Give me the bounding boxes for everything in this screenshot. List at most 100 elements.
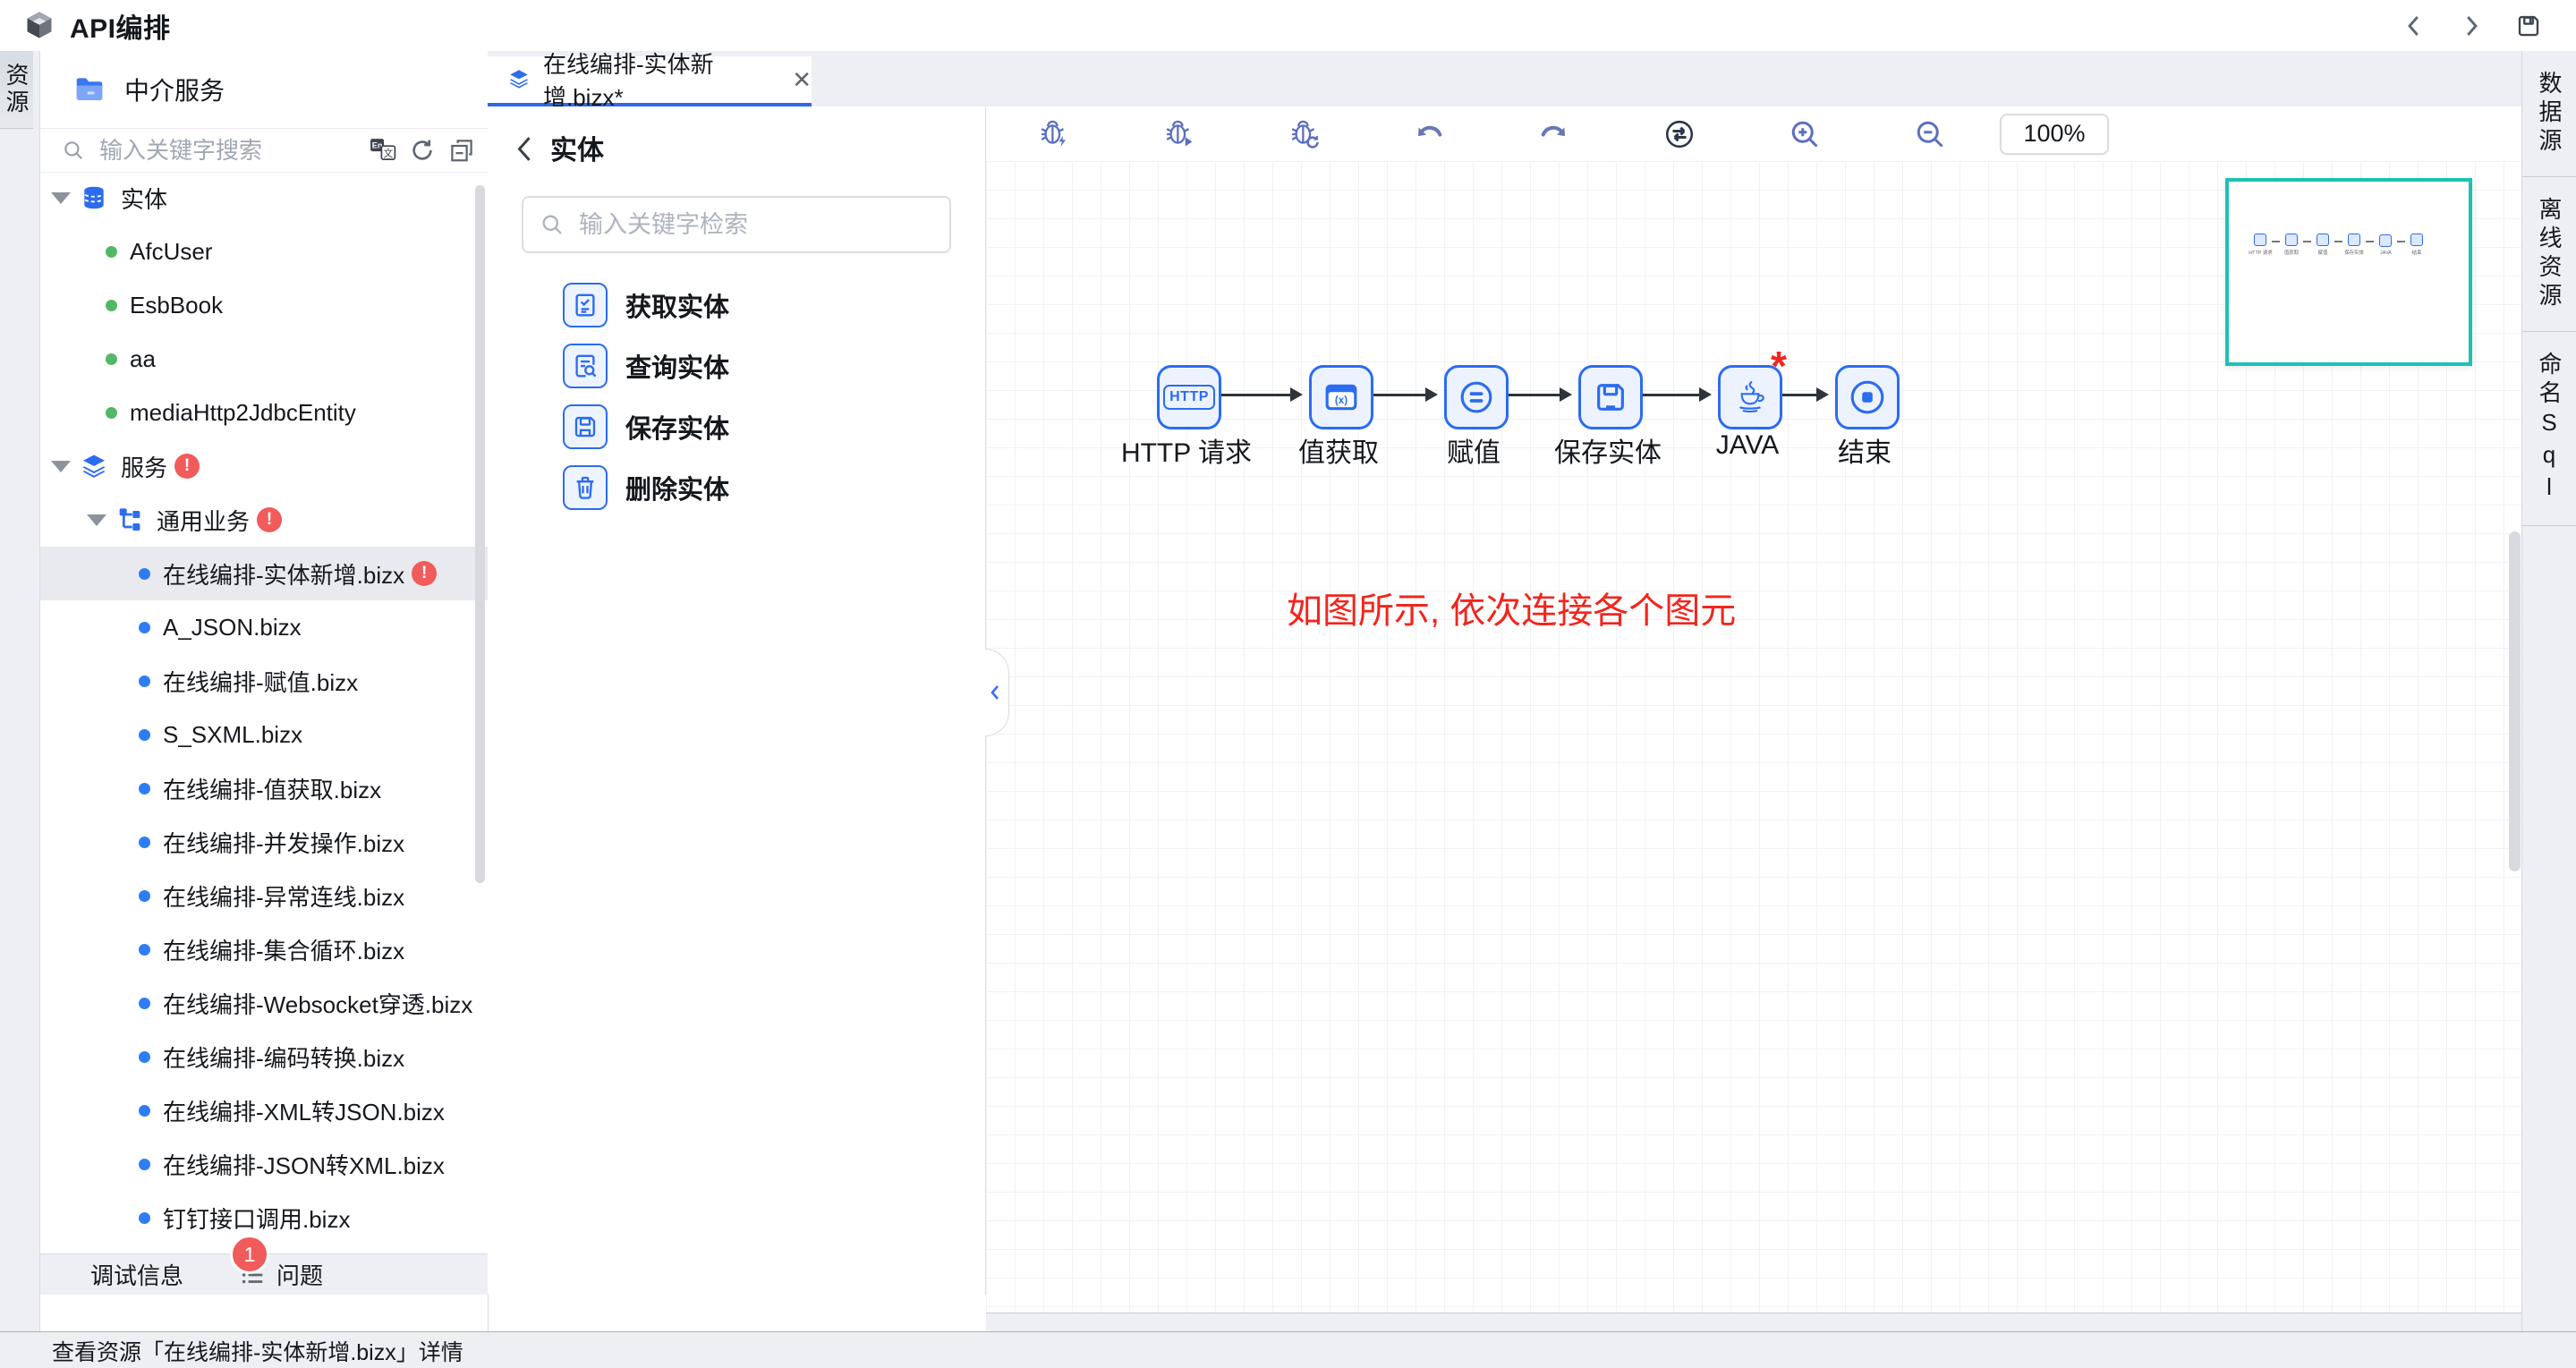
debug-restart-icon[interactable] — [1286, 116, 1322, 152]
palette-search-box — [522, 196, 951, 253]
search-icon — [62, 139, 85, 162]
tree-item[interactable]: 在线编排-编码转换.bizx — [40, 1030, 488, 1083]
flow-connector — [1221, 394, 1291, 396]
minimap-node-label: 赋值 — [2318, 250, 2328, 256]
tree-item[interactable]: 在线编排-XML转JSON.bizx — [40, 1083, 488, 1137]
minimap-node-label: 保存实体 — [2344, 250, 2364, 256]
minimap-node-shape — [2254, 234, 2266, 246]
flow-node-label: 结束 — [1838, 430, 1892, 470]
palette-item-获取实体[interactable]: 获取实体 — [488, 275, 985, 336]
floppy-node-icon — [1593, 379, 1628, 415]
minimap[interactable]: HTTP 请求值获取赋值保存实体JAVA结束 — [2225, 178, 2472, 366]
canvas-bottom-strip — [986, 1313, 2521, 1332]
debug-run-icon[interactable] — [1160, 116, 1196, 152]
status-dot — [139, 729, 150, 741]
tree-scrollbar[interactable] — [475, 185, 485, 883]
save-icon[interactable] — [2515, 13, 2542, 39]
tree-item[interactable]: aa — [40, 332, 488, 386]
right-rail: 数据源离线资源命名Sql — [2521, 51, 2576, 1331]
undo-icon[interactable] — [1411, 116, 1447, 152]
sync-circle-icon[interactable] — [1662, 116, 1697, 152]
tree-item[interactable]: 在线编排-Websocket穿透.bizx — [40, 976, 488, 1030]
tree-item[interactable]: 在线编排-赋值.bizx — [40, 654, 488, 708]
palette-item-label: 查询实体 — [625, 347, 729, 385]
caret-down-icon[interactable] — [51, 192, 71, 204]
rail-tab-离线资源[interactable]: 离线资源 — [2522, 177, 2576, 332]
tree-item[interactable]: mediaHttp2JdbcEntity — [40, 386, 488, 439]
canvas-vertical-scrollbar[interactable] — [2509, 531, 2521, 871]
flow-node-结束[interactable] — [1835, 365, 1900, 429]
tree-item-label: S_SXML.bizx — [163, 721, 302, 749]
chevron-right-icon[interactable] — [2458, 13, 2485, 39]
debug-flash-icon[interactable] — [1035, 116, 1071, 152]
app-window: API编排 资源 中介服务 — [0, 0, 2576, 1368]
palette-item-删除实体[interactable]: 删除实体 — [488, 457, 985, 518]
tree-item-label: 通用业务 — [157, 504, 250, 537]
flow-connector — [1509, 394, 1560, 396]
debug-info-button[interactable]: 调试信息 — [90, 1258, 183, 1291]
database-icon — [80, 183, 108, 212]
palette-search-input[interactable] — [577, 210, 949, 240]
resource-tree: 实体AfcUser EsbBook aamediaHttp2JdbcEntity服务… — [40, 171, 488, 1295]
tree-group-通用业务[interactable]: 通用业务! — [40, 493, 488, 547]
tree-item[interactable]: AfcUser — [40, 225, 488, 278]
minimap-node: HTTP 请求 — [2249, 234, 2272, 258]
tree-item[interactable]: 在线编排-值获取.bizx — [40, 761, 488, 815]
tree-item[interactable]: 在线编排-并发操作.bizx — [40, 815, 488, 869]
flow-node-赋值[interactable] — [1444, 365, 1509, 429]
tree-item-label: EsbBook — [130, 292, 223, 319]
minimap-node-shape — [2317, 234, 2329, 246]
flow-node-label: 保存实体 — [1554, 430, 1662, 470]
tree-group-实体[interactable]: 实体 — [40, 171, 488, 225]
tree-item[interactable]: 在线编排-JSON转XML.bizx — [40, 1137, 488, 1191]
palette-item-查询实体[interactable]: 查询实体 — [488, 336, 985, 396]
palette-item-保存实体[interactable]: 保存实体 — [488, 396, 985, 457]
zoom-out-icon[interactable] — [1912, 116, 1948, 152]
flow-node-保存实体[interactable] — [1578, 365, 1643, 429]
zoom-in-icon[interactable] — [1787, 116, 1823, 152]
rail-tab-数据源[interactable]: 数据源 — [2522, 51, 2576, 177]
tree-item-label: A_JSON.bizx — [163, 614, 302, 642]
status-dot — [139, 1105, 150, 1117]
panel-collapse-handle[interactable] — [985, 649, 1009, 736]
redo-icon[interactable] — [1536, 116, 1572, 152]
flow-icon — [115, 506, 144, 534]
flow-node-值获取[interactable]: (x) — [1309, 365, 1373, 429]
tree-item[interactable]: 在线编排-集合循环.bizx — [40, 922, 488, 976]
rail-tab-命名Sql[interactable]: 命名Sql — [2522, 332, 2576, 526]
minimap-node-label: HTTP 请求 — [2249, 250, 2272, 256]
refresh-icon[interactable] — [409, 137, 436, 164]
back-chevron-icon[interactable] — [514, 134, 534, 161]
folder-icon — [72, 72, 106, 106]
zoom-level-indicator[interactable]: 100% — [2000, 114, 2109, 155]
svg-text:文: 文 — [384, 148, 394, 159]
search-icon — [540, 212, 565, 237]
resource-search-input[interactable] — [98, 136, 370, 166]
close-icon[interactable]: ✕ — [792, 66, 812, 94]
tab-active-document[interactable]: 在线编排-实体新增.bizx* ✕ — [488, 56, 812, 106]
flow-node-HTTP 请求[interactable]: HTTP — [1157, 365, 1221, 429]
status-dot — [106, 246, 117, 258]
tree-item[interactable]: EsbBook — [40, 278, 488, 332]
rail-tab-resources[interactable]: 资源 — [0, 51, 33, 129]
tree-item-label: 在线编排-异常连线.bizx — [163, 879, 404, 913]
chevron-left-icon[interactable] — [2401, 13, 2427, 39]
tree-group-服务[interactable]: 服务! — [40, 439, 488, 493]
tree-item[interactable]: S_SXML.bizx — [40, 708, 488, 761]
status-dot — [139, 1051, 150, 1063]
tree-item[interactable]: 钉钉接口调用.bizx — [40, 1191, 488, 1245]
minimap-connector — [2334, 241, 2342, 242]
tree-item[interactable]: A_JSON.bizx — [40, 600, 488, 654]
tree-item[interactable]: 在线编排-实体新增.bizx! — [40, 547, 488, 600]
tree-item[interactable]: 在线编排-异常连线.bizx — [40, 869, 488, 922]
collapse-all-icon[interactable] — [448, 137, 475, 164]
caret-down-icon[interactable] — [51, 461, 71, 472]
trash-icon — [563, 465, 608, 510]
required-asterisk: * — [1771, 345, 1787, 387]
translate-icon[interactable]: En文 — [370, 137, 396, 164]
layers-icon — [80, 452, 108, 480]
canvas-grid[interactable]: 如图所示, 依次连接各个图元 HTTP 请求值获取赋值保存实体JAVA结束 HT… — [986, 161, 2521, 1313]
caret-down-icon[interactable] — [87, 514, 106, 526]
flow-node-label: HTTP 请求 — [1121, 430, 1252, 470]
flow-node-label: 值获取 — [1298, 430, 1379, 470]
